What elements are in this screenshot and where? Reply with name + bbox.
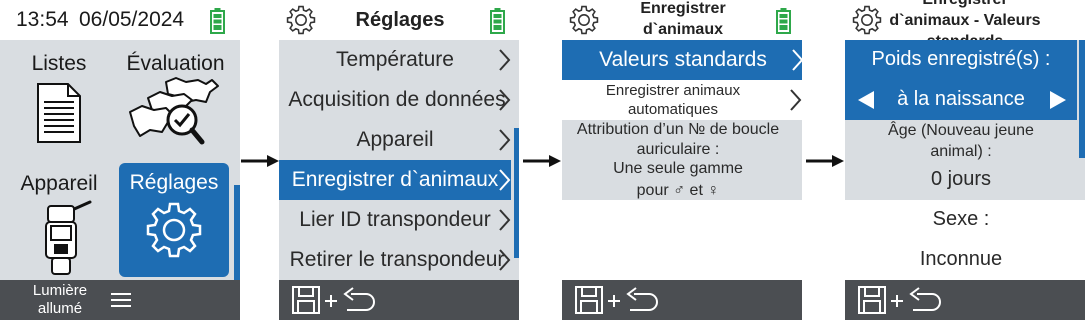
sex-field[interactable]: Sexe : Inconnue — [845, 200, 1085, 280]
menu-item-lier-id[interactable]: Lier ID transpondeur — [279, 200, 511, 240]
status-bar: 13:54 06/05/2024 — [0, 0, 240, 40]
cattle-evaluation-icon — [129, 77, 219, 145]
menu-item-label: Enregistrer animaux automatiques — [605, 82, 741, 118]
save-back-icon[interactable] — [857, 284, 947, 316]
scrollbar[interactable] — [1079, 40, 1085, 158]
tile-label: Évaluation — [126, 52, 225, 75]
menu-item-valeurs-standards[interactable]: Valeurs standards — [562, 40, 802, 80]
chevron-right-icon — [499, 249, 511, 271]
menu-item-enregistrer-animaux[interactable]: Enregistrer d`animaux — [279, 160, 511, 200]
screen-reglages: Réglages Température Acquisition de donn… — [279, 0, 519, 320]
age-value: 0 jours — [930, 168, 992, 190]
menu-item-label: Température — [336, 48, 454, 71]
menu-item-label: Valeurs standards — [599, 48, 767, 71]
page-title: Enregistrer d`animaux - Valeurs standard… — [889, 0, 1041, 40]
age-label: Âge (Nouveau jeune animal) : — [888, 122, 1034, 160]
menu-item-label: Attribution d’un № de boucle auriculaire… — [576, 121, 780, 158]
flow-arrow-icon — [806, 155, 844, 167]
bottom-bar: Lumière allumé — [0, 280, 240, 320]
date: 06/05/2024 — [79, 8, 185, 31]
menu-item-label: Une seule gamme pour ♂ et ♀ — [613, 160, 743, 199]
save-back-icon[interactable] — [574, 284, 664, 316]
hamburger-menu-icon[interactable] — [111, 292, 131, 308]
menu-item-label: Acquisition de données — [288, 88, 506, 111]
tile-listes[interactable]: Listes — [4, 44, 114, 159]
chevron-right-icon — [499, 49, 511, 71]
sex-label: Sexe : — [932, 208, 990, 230]
age-field[interactable]: Âge (Nouveau jeune animal) : 0 jours — [845, 120, 1077, 200]
screen-valeurs-standards: Enregistrer d`animaux - Valeurs standard… — [845, 0, 1085, 320]
tile-evaluation[interactable]: Évaluation — [118, 44, 233, 159]
bottom-bar — [562, 280, 802, 320]
battery-icon — [210, 8, 225, 34]
menu-item-appareil[interactable]: Appareil — [279, 120, 511, 160]
page-title: Enregistrer d`animaux — [640, 0, 726, 38]
scrollbar[interactable] — [234, 185, 240, 280]
chevron-right-icon — [499, 129, 511, 151]
empty-area — [562, 200, 802, 280]
gear-icon — [569, 5, 599, 35]
bottom-bar — [845, 280, 1085, 320]
chevron-right-icon — [790, 89, 802, 111]
tile-reglages[interactable]: Réglages — [119, 163, 229, 277]
flow-arrow-icon — [241, 155, 279, 167]
flow-arrow-icon — [523, 155, 561, 167]
battery-icon — [490, 8, 505, 34]
tile-grid: Listes Évaluation Appareil Réglages — [0, 40, 240, 280]
save-back-icon[interactable] — [291, 284, 381, 316]
scrollbar[interactable] — [514, 128, 519, 258]
weight-value: à la naissance — [897, 88, 1025, 110]
document-list-icon — [37, 83, 81, 143]
menu-item-attribution-boucle[interactable]: Attribution d’un № de boucle auriculaire… — [562, 120, 794, 160]
chevron-right-icon — [499, 209, 511, 231]
weight-field[interactable]: Poids enregistré(s) : à la naissance — [845, 40, 1077, 120]
menu-item-label: Retirer le transpondeur — [289, 248, 505, 271]
menu-item-label: Appareil — [356, 128, 434, 151]
gear-icon — [286, 5, 316, 35]
handheld-reader-icon — [45, 200, 92, 275]
menu-list: Température Acquisition de données Appar… — [279, 40, 519, 280]
menu-item-temperature[interactable]: Température — [279, 40, 511, 80]
menu-list: Valeurs standards Enregistrer animaux au… — [562, 40, 802, 280]
page-title: Réglages — [355, 9, 445, 31]
menu-item-retirer[interactable]: Retirer le transpondeur — [279, 240, 511, 280]
tile-label: Listes — [31, 52, 87, 75]
light-status: Lumière allumé — [32, 282, 88, 317]
gear-icon — [852, 5, 882, 35]
chevron-right-icon — [499, 89, 511, 111]
sex-value: Inconnue — [919, 248, 1003, 270]
settings-panel: Poids enregistré(s) : à la naissance Âge… — [845, 40, 1085, 280]
menu-item-label: Lier ID transpondeur — [299, 208, 491, 231]
screen-home: 13:54 06/05/2024 Listes Évaluation Appar… — [0, 0, 240, 320]
title-bar: Réglages — [279, 0, 519, 40]
menu-item-label: Enregistrer d`animaux — [291, 168, 499, 191]
gear-icon — [146, 202, 202, 258]
menu-item-gamme[interactable]: Une seule gamme pour ♂ et ♀ — [562, 158, 794, 202]
title-bar: Enregistrer d`animaux — [562, 0, 802, 40]
tile-appareil[interactable]: Appareil — [4, 164, 114, 280]
clock: 13:54 — [16, 8, 69, 31]
chevron-right-icon — [792, 49, 802, 71]
battery-icon — [776, 8, 791, 34]
screen-enregistrer-animaux: Enregistrer d`animaux Valeurs standards … — [562, 0, 802, 320]
menu-item-enregistrer-automatiques[interactable]: Enregistrer animaux automatiques — [562, 80, 802, 120]
chevron-right-icon — [499, 169, 511, 191]
bottom-bar — [279, 280, 519, 320]
arrow-right-icon[interactable] — [1049, 90, 1067, 110]
tile-label: Appareil — [20, 172, 98, 195]
weight-label: Poids enregistré(s) : — [871, 48, 1051, 70]
title-bar: Enregistrer d`animaux - Valeurs standard… — [845, 0, 1085, 40]
menu-item-acquisition[interactable]: Acquisition de données — [279, 80, 511, 120]
tile-label: Réglages — [129, 171, 219, 194]
